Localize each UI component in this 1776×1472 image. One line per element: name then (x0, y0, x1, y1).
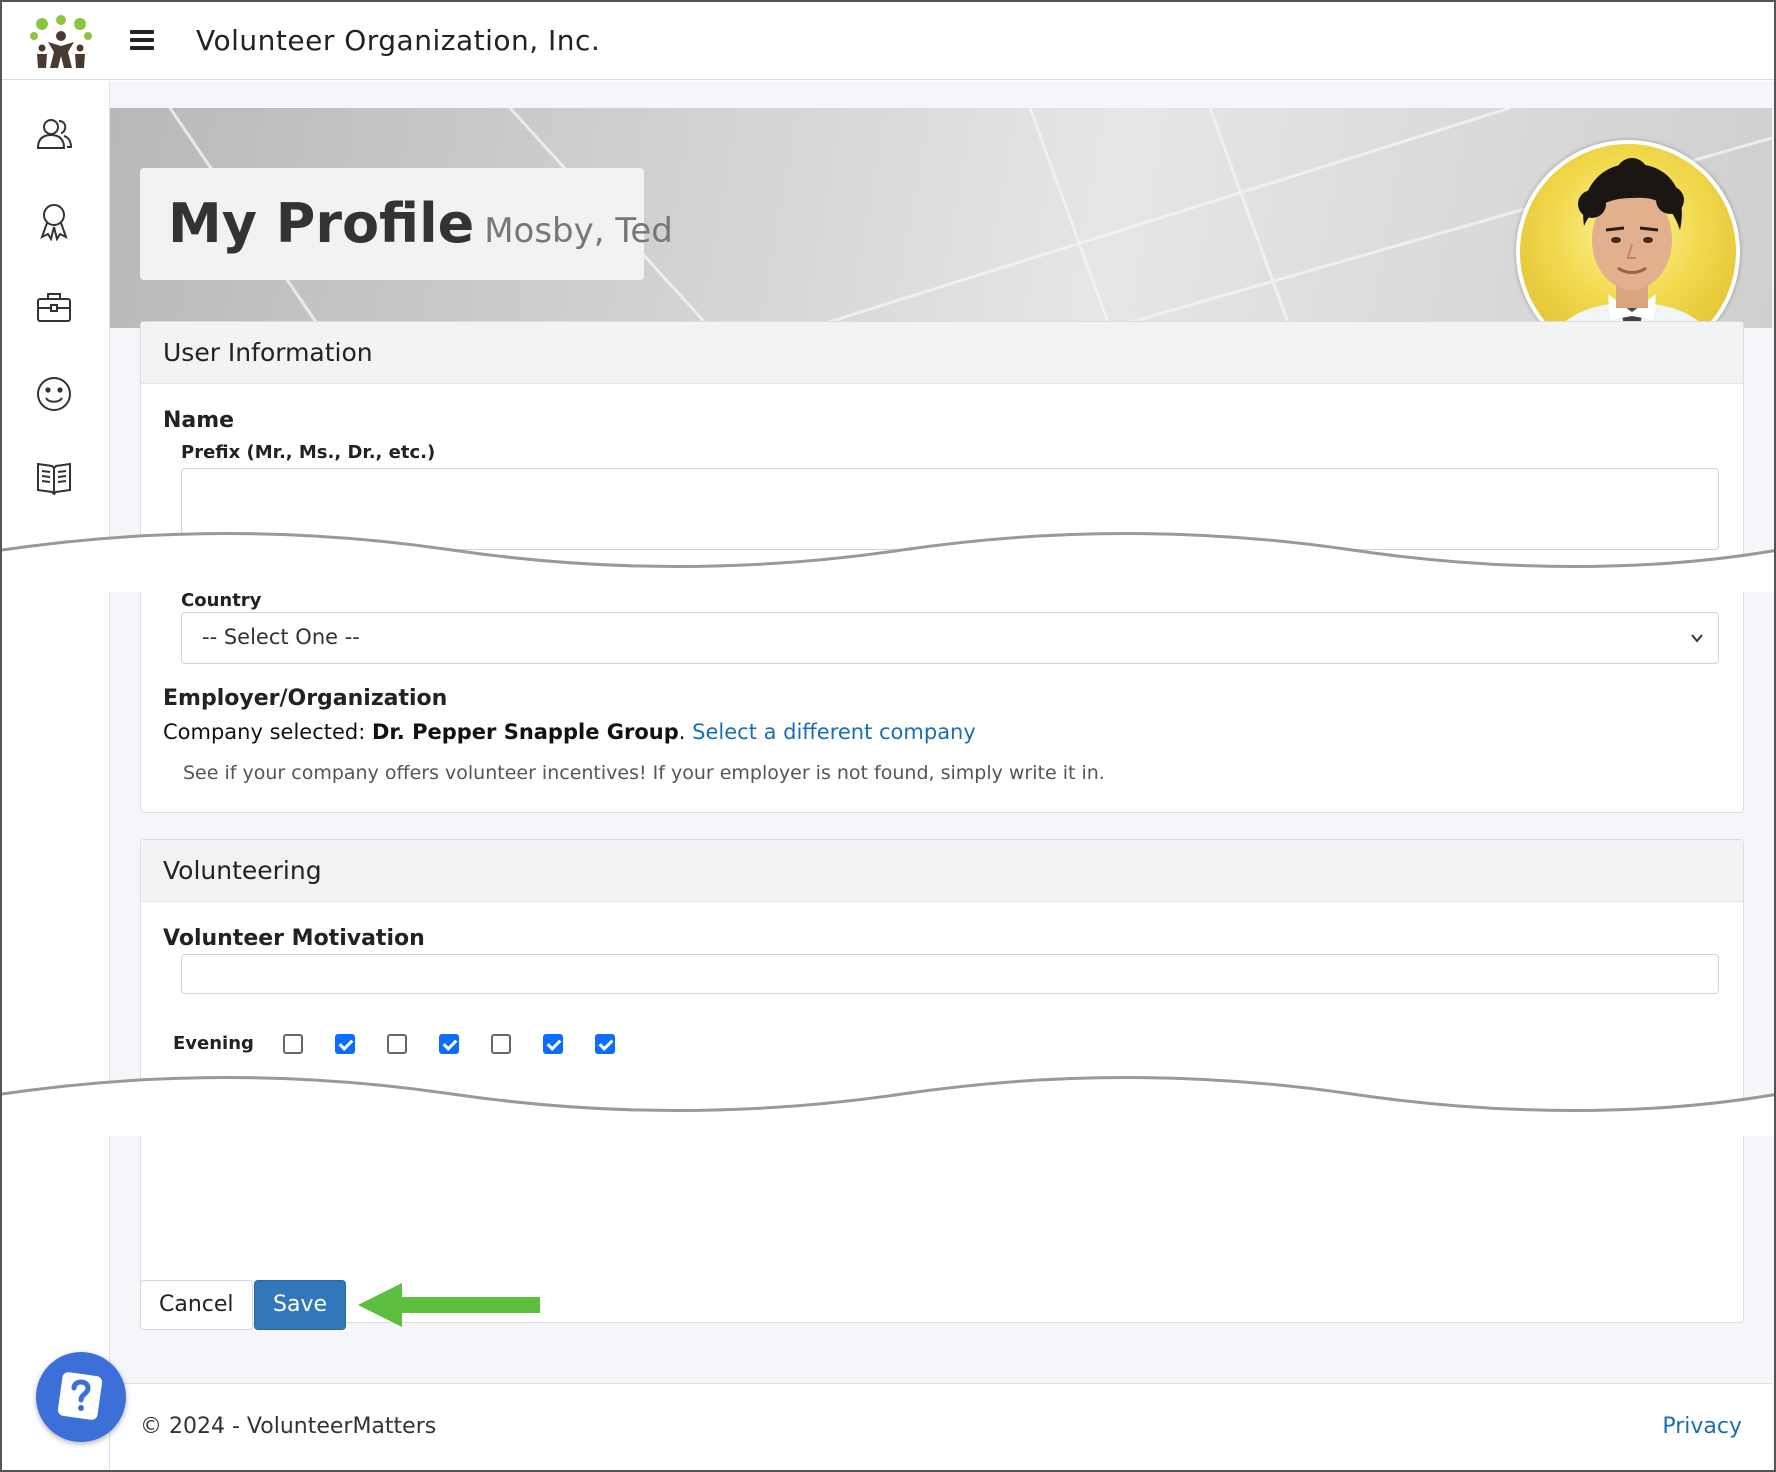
footer: © 2024 - VolunteerMatters Privacy (110, 1383, 1772, 1470)
profile-name: Mosby, Ted (484, 211, 673, 251)
page-title: My Profile (168, 192, 475, 255)
briefcase-icon[interactable] (34, 287, 74, 327)
profile-title-box: My Profile Mosby, Ted (140, 168, 673, 280)
sidebar (2, 81, 110, 1470)
evening-checkbox[interactable] (595, 1034, 615, 1054)
company-selected-row: Company selected: Dr. Pepper Snapple Gro… (163, 720, 976, 744)
top-bar: Volunteer Organization, Inc. (2, 2, 1774, 80)
award-icon[interactable] (34, 201, 74, 241)
prefix-label: Prefix (Mr., Ms., Dr., etc.) (181, 442, 436, 463)
name-label: Name (163, 408, 235, 433)
copyright-text: © 2024 - VolunteerMatters (140, 1414, 437, 1439)
cancel-button[interactable]: Cancel (140, 1280, 253, 1330)
smile-icon[interactable] (34, 374, 74, 414)
evening-checkbox[interactable] (543, 1034, 563, 1054)
company-period: . (678, 720, 686, 744)
evening-checkbox[interactable] (491, 1034, 511, 1054)
evening-checkbox[interactable] (335, 1034, 355, 1054)
country-select-value: -- Select One -- (202, 625, 360, 649)
users-icon[interactable] (34, 114, 74, 154)
user-information-header: User Information (141, 322, 1743, 384)
app-window: Volunteer Organization, Inc. My Profile … (0, 0, 1776, 1472)
main-content: My Profile Mosby, Ted User Information N… (110, 81, 1774, 1470)
save-button[interactable]: Save (254, 1280, 347, 1330)
select-different-company-link[interactable]: Select a different company (692, 720, 976, 744)
evening-checkbox[interactable] (283, 1034, 303, 1054)
book-icon[interactable] (34, 456, 74, 496)
menu-toggle-button[interactable] (130, 30, 154, 50)
help-question-icon (57, 1372, 103, 1420)
evening-checkbox[interactable] (439, 1034, 459, 1054)
chevron-down-icon (1691, 634, 1703, 643)
app-title: Volunteer Organization, Inc. (196, 24, 601, 57)
company-prefix: Company selected: (163, 720, 366, 744)
organization-logo[interactable] (28, 12, 94, 70)
country-label: Country (181, 590, 262, 611)
company-name: Dr. Pepper Snapple Group (372, 720, 679, 744)
help-chat-button[interactable] (36, 1352, 126, 1442)
volunteer-motivation-input[interactable] (181, 954, 1719, 994)
company-help-text: See if your company offers volunteer inc… (183, 762, 1105, 784)
volunteer-motivation-label: Volunteer Motivation (163, 926, 425, 951)
employer-label: Employer/Organization (163, 686, 448, 711)
evening-label: Evening (173, 1033, 254, 1054)
evening-checkbox[interactable] (387, 1034, 407, 1054)
page-cut-divider (2, 1076, 1774, 1136)
arrow-annotation (358, 1283, 540, 1327)
privacy-link[interactable]: Privacy (1662, 1414, 1742, 1439)
country-select[interactable]: -- Select One -- (181, 612, 1719, 664)
volunteering-header: Volunteering (141, 840, 1743, 902)
page-cut-divider (2, 532, 1774, 592)
